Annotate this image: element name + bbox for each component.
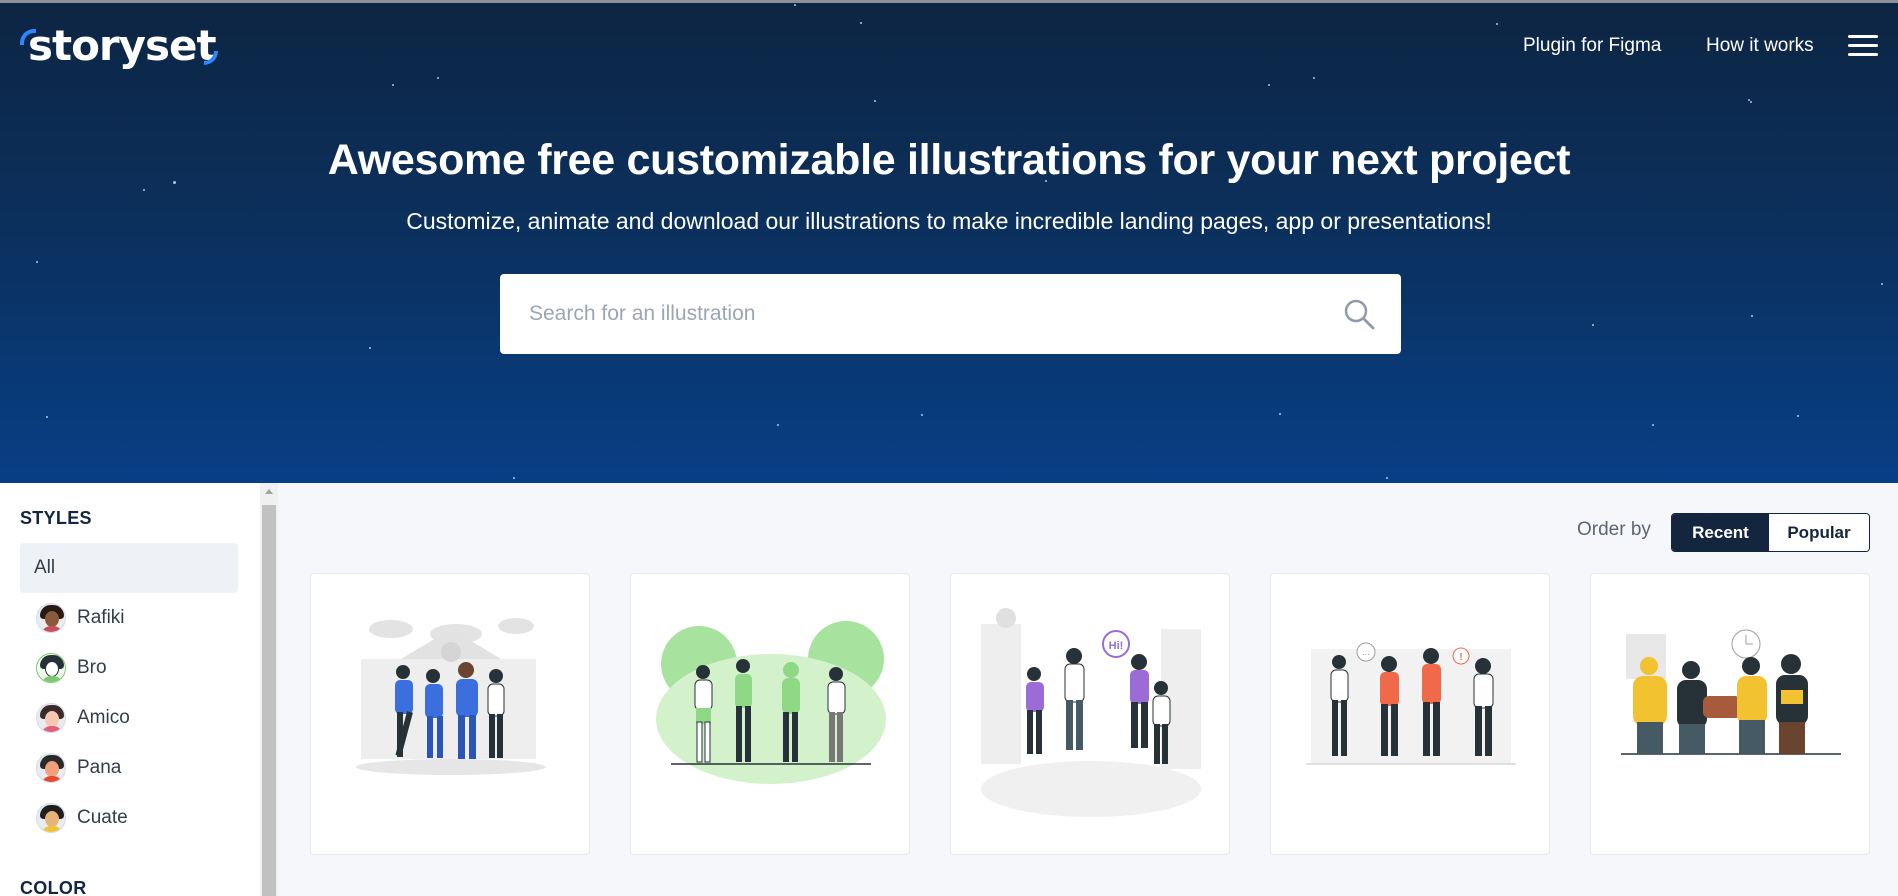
nav-how-it-works[interactable]: How it works [1706, 35, 1814, 57]
svg-text:!: ! [1459, 652, 1462, 663]
students-chatting-illustration: ... ! [1306, 642, 1516, 765]
style-option-cuate[interactable]: Cuate [20, 793, 238, 843]
illustration-card[interactable] [310, 573, 590, 855]
style-label: All [34, 557, 56, 578]
style-option-pana[interactable]: Pana [20, 743, 238, 793]
scroll-up-arrow-icon[interactable] [265, 489, 273, 494]
style-label: Bro [77, 657, 107, 678]
search-input[interactable] [529, 274, 1329, 354]
logo-text: storyset [28, 21, 217, 70]
amico-avatar-icon [36, 703, 66, 733]
illustration-card[interactable]: Hi! [950, 573, 1230, 855]
order-popular-button[interactable]: Popular [1769, 514, 1869, 551]
order-by-label: Order by [1577, 519, 1651, 540]
students-walking-illustration [356, 618, 546, 775]
study-group-illustration [1621, 629, 1841, 755]
illustration-card[interactable] [630, 573, 910, 855]
search-icon[interactable] [1343, 298, 1375, 330]
illustration-card[interactable]: ... ! [1270, 573, 1550, 855]
style-label: Rafiki [77, 607, 125, 628]
svg-text:...: ... [1362, 647, 1370, 657]
nav-plugin-for-figma[interactable]: Plugin for Figma [1523, 35, 1661, 57]
pana-avatar-icon [36, 753, 66, 783]
style-label: Pana [77, 757, 122, 778]
illustration-card[interactable] [1590, 573, 1870, 855]
style-label: Cuate [77, 807, 128, 828]
order-by-toggle: Recent Popular [1671, 513, 1870, 552]
color-heading: COLOR [20, 878, 87, 896]
hero-title: Awesome free customizable illustrations … [327, 136, 1571, 184]
group-in-park-illustration [656, 621, 886, 784]
filters-sidebar: STYLES All Rafiki Bro Amico Pana Cuate C… [0, 483, 260, 896]
style-option-rafiki[interactable]: Rafiki [20, 593, 238, 643]
rafiki-avatar-icon [36, 603, 66, 633]
scroll-thumb[interactable] [262, 505, 276, 896]
bro-avatar-icon [36, 653, 66, 683]
style-option-all[interactable]: All [20, 543, 238, 593]
cuate-avatar-icon [36, 803, 66, 833]
style-option-amico[interactable]: Amico [20, 693, 238, 743]
svg-text:Hi!: Hi! [1109, 640, 1124, 652]
styles-heading: STYLES [20, 508, 92, 528]
sidebar-scrollbar[interactable] [260, 483, 278, 896]
hero-subtitle: Customize, animate and download our illu… [406, 208, 1492, 234]
order-recent-button[interactable]: Recent [1672, 514, 1769, 551]
hero-section: storyset Plugin for Figma How it works A… [0, 3, 1898, 483]
storyset-logo[interactable]: storyset [20, 21, 218, 70]
style-option-bro[interactable]: Bro [20, 643, 238, 693]
hamburger-icon[interactable] [1848, 33, 1878, 57]
friends-at-lockers-illustration: Hi! [981, 608, 1201, 817]
search-bar [500, 274, 1401, 354]
style-label: Amico [77, 707, 130, 728]
illustrations-panel: Order by Recent Popular Hi! ... ! [278, 483, 1898, 896]
